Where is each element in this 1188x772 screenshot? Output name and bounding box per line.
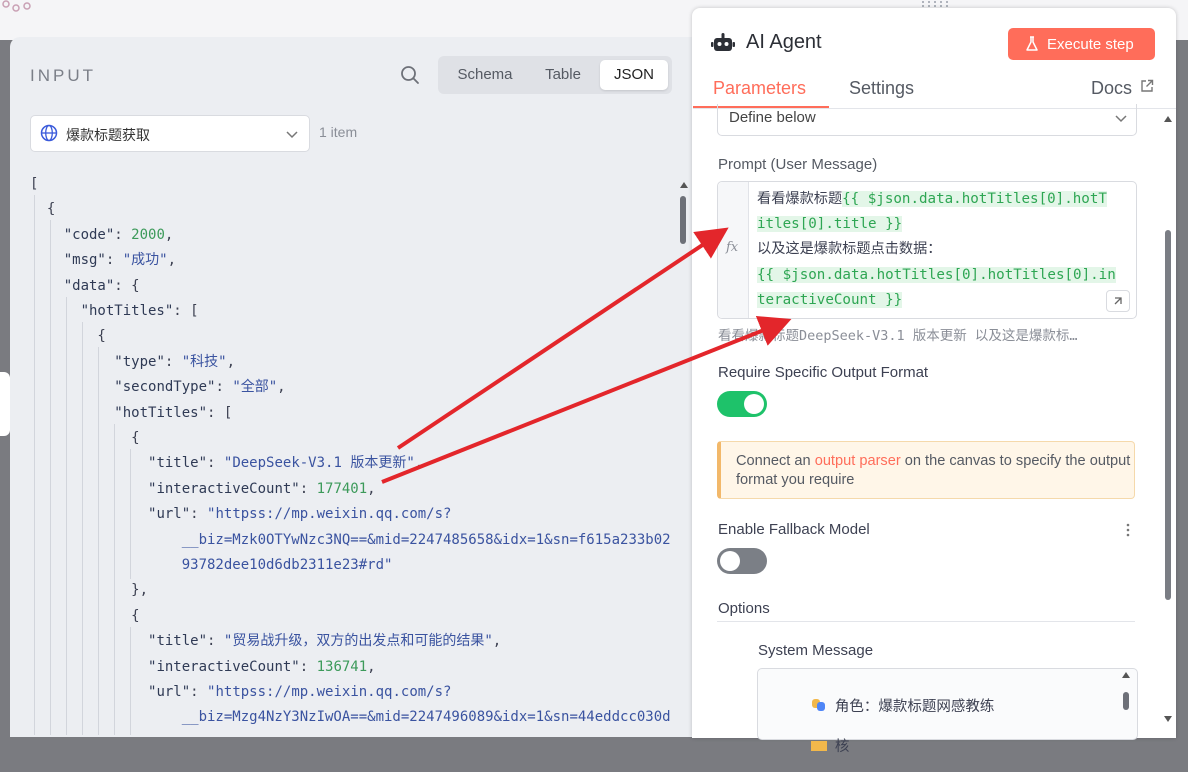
json-scroll-thumb[interactable] [680, 196, 686, 244]
tab-parameters[interactable]: Parameters [713, 78, 806, 99]
options-label: Options [718, 600, 770, 617]
view-tab-table[interactable]: Table [528, 60, 598, 90]
system-message-editor[interactable]: 角色：爆款标题网感教练 核 [757, 668, 1138, 755]
json-line: "secondType": "全部", [114, 379, 286, 396]
item-count: 1 item [319, 124, 358, 140]
json-line: "hotTitles": [ [80, 303, 199, 319]
workflow-node-fragment-icon [2, 0, 31, 12]
json-line: "type": "科技", [114, 353, 236, 370]
external-link-icon[interactable] [1140, 79, 1154, 93]
toggle-knob [720, 551, 740, 571]
tab-docs[interactable]: Docs [1091, 78, 1132, 99]
execute-step-label: Execute step [1047, 36, 1134, 53]
fx-icon: fx [726, 240, 739, 255]
expand-icon [1114, 297, 1122, 305]
view-tab-json[interactable]: JSON [600, 60, 668, 90]
side-panel-tab[interactable] [0, 372, 10, 436]
scroll-up-icon[interactable] [1162, 114, 1174, 124]
prompt-expression: itles[0].title }} [757, 216, 903, 232]
json-line: "title": "贸易战升级，双方的出发点和可能的结果", [148, 633, 502, 650]
tab-settings[interactable]: Settings [849, 78, 914, 99]
chevron-down-icon [1115, 115, 1127, 123]
flask-icon [1026, 36, 1038, 51]
chevron-down-icon [286, 131, 298, 139]
drag-handle-icon[interactable] [920, 0, 950, 8]
prompt-line: {{ $json.data.hotTitles[0].hotTitles[0].… [757, 263, 1116, 288]
emoji-icon [810, 741, 827, 751]
search-icon[interactable] [400, 65, 420, 85]
prompt-expression: teractiveCount }} [757, 292, 903, 308]
json-line: "url": "httpss://mp.weixin.qq.com/s? [148, 684, 452, 700]
toggle-knob [744, 394, 764, 414]
require-format-toggle[interactable] [717, 391, 767, 417]
json-line: [ [30, 176, 39, 192]
prompt-source-value: Define below [729, 109, 816, 126]
json-line: __biz=Mzg4NzY3NzIwOA==&mid=2247496089&id… [30, 709, 671, 726]
scroll-up-icon[interactable] [679, 180, 689, 190]
globe-icon [40, 124, 58, 142]
notice-text: Connect an output parser on the canvas t… [736, 453, 1131, 488]
system-message-scrollbar[interactable] [1120, 670, 1132, 730]
prompt-expression: {{ $json.data.hotTitles[0].hotTitles[0].… [757, 267, 1116, 283]
json-line: "interactiveCount": 136741, [148, 658, 376, 675]
input-panel-title: INPUT [30, 66, 96, 85]
prompt-label: Prompt (User Message) [718, 156, 878, 173]
json-line: "interactiveCount": 177401, [148, 480, 376, 497]
parameters-scrollbar[interactable] [1162, 112, 1174, 727]
prompt-line: 以及这是爆款标题点击数据： [757, 241, 942, 257]
options-divider [717, 621, 1135, 622]
prompt-expression-editor[interactable]: fx 看看爆款标题{{ $json.data.hotTitles[0].hotT… [717, 181, 1137, 319]
theater-masks-icon [811, 699, 825, 711]
json-line: 93782dee10d6db2311e23#rd" [30, 557, 393, 573]
json-line: { [30, 430, 140, 446]
system-message-label: System Message [758, 642, 874, 659]
robot-icon [711, 33, 735, 51]
input-node-name: 爆款标题获取 [66, 127, 150, 143]
fallback-model-label: Enable Fallback Model [718, 521, 870, 538]
expand-editor-button[interactable] [1106, 290, 1130, 312]
prompt-source-select[interactable]: Define below [717, 104, 1137, 136]
output-parser-notice: Connect an output parser on the canvas t… [717, 441, 1135, 499]
json-line: { [30, 328, 106, 345]
json-line: "data": { [63, 277, 140, 294]
parameters-scroll-thumb[interactable] [1165, 230, 1171, 600]
input-node-select[interactable]: 爆款标题获取 [30, 115, 310, 152]
prompt-line: 看看爆款标题{{ $json.data.hotTitles[0].hotT [757, 191, 1107, 207]
prompt-result-preview: 看看爆款标题DeepSeek-V3.1 版本更新 以及这是爆款标… [718, 328, 1078, 344]
prompt-expression: {{ $json.data.hotTitles[0].hotT [842, 191, 1107, 207]
view-mode-switcher: Schema Table JSON [438, 56, 672, 94]
json-line: { [30, 201, 56, 218]
json-line: "code": 2000, [63, 226, 174, 243]
fallback-model-toggle[interactable] [717, 548, 767, 574]
prompt-line: itles[0].title }} [757, 212, 903, 237]
node-title: AI Agent [746, 31, 822, 53]
execute-step-button[interactable]: Execute step [1008, 28, 1155, 60]
prompt-line: teractiveCount }} [757, 288, 903, 313]
json-line: "title": "DeepSeek-V3.1 版本更新", [148, 455, 424, 472]
json-scrollbar[interactable] [678, 180, 688, 740]
json-line: "msg": "成功", [63, 252, 177, 269]
json-line: __biz=Mzk0OTYwNzc3NQ==&mid=2247485658&id… [30, 531, 671, 548]
json-line: }, [30, 582, 149, 599]
scroll-down-icon[interactable] [1162, 714, 1174, 724]
view-tab-schema[interactable]: Schema [444, 60, 526, 90]
json-line: { [30, 607, 140, 624]
more-options-icon[interactable] [1123, 521, 1133, 539]
require-format-label: Require Specific Output Format [718, 364, 929, 381]
json-line: "hotTitles": [ [114, 404, 233, 421]
output-parser-link[interactable]: output parser [815, 453, 901, 469]
fx-gutter: fx [718, 182, 749, 318]
json-line: "url": "httpss://mp.weixin.qq.com/s? [148, 506, 452, 523]
